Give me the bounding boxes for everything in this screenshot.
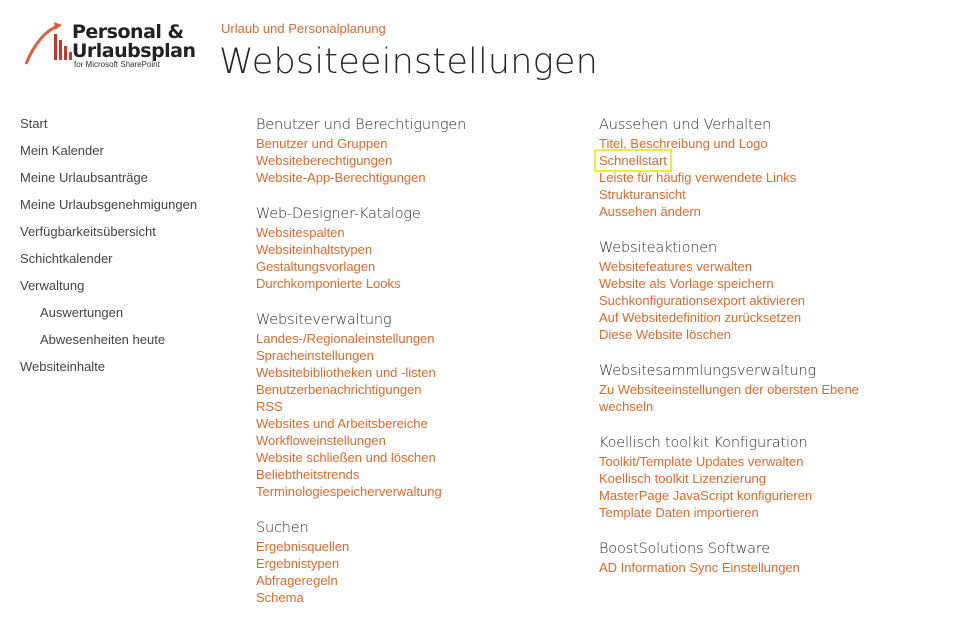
link-ergebnisquellen[interactable]: Ergebnisquellen xyxy=(256,538,576,555)
link-benutzer-gruppen[interactable]: Benutzer und Gruppen xyxy=(256,135,576,152)
logo-chart-icon xyxy=(24,22,72,65)
group-benutzer-berechtigungen: Benutzer und Berechtigungen Benutzer und… xyxy=(256,115,576,186)
link-websiteinhaltstypen[interactable]: Websiteinhaltstypen xyxy=(256,241,576,258)
link-toolkit-lizenzierung[interactable]: Koellisch toolkit Lizenzierung xyxy=(599,470,939,487)
group-koellisch-toolkit: Koellisch toolkit Konfiguration Toolkit/… xyxy=(599,433,939,521)
page-title: Websiteeinstellungen xyxy=(219,42,598,82)
link-spracheinstellungen[interactable]: Spracheinstellungen xyxy=(256,347,576,364)
nav-item-auswertungen[interactable]: Auswertungen xyxy=(20,304,220,331)
group-title: BoostSolutions Software xyxy=(599,541,771,557)
breadcrumb-site-link[interactable]: Urlaub und Personalplanung xyxy=(221,21,386,36)
link-websitefeatures-verwalten[interactable]: Websitefeatures verwalten xyxy=(599,258,939,275)
group-boostsolutions: BoostSolutions Software AD Information S… xyxy=(599,539,939,576)
link-template-daten-importieren[interactable]: Template Daten importieren xyxy=(599,504,939,521)
settings-column-left: Benutzer und Berechtigungen Benutzer und… xyxy=(256,115,576,624)
link-aussehen-aendern[interactable]: Aussehen ändern xyxy=(599,203,939,220)
group-title: Koellisch toolkit Konfiguration xyxy=(599,435,808,451)
quick-launch-nav: Start Mein Kalender Meine Urlaubsanträge… xyxy=(20,115,220,385)
link-benutzerbenachrichtigungen[interactable]: Benutzerbenachrichtigungen xyxy=(256,381,576,398)
group-websitesammlungsverwaltung: Websitesammlungsverwaltung Zu Websiteein… xyxy=(599,361,939,415)
link-rss[interactable]: RSS xyxy=(256,398,576,415)
link-websitedefinition-zuruecksetzen[interactable]: Auf Websitedefinition zurücksetzen xyxy=(599,309,939,326)
link-website-schliessen-loeschen[interactable]: Website schließen und löschen xyxy=(256,449,576,466)
link-websitespalten[interactable]: Websitespalten xyxy=(256,224,576,241)
link-suchkonfigurationsexport[interactable]: Suchkonfigurationsexport aktivieren xyxy=(599,292,939,309)
link-workfloweinstellungen[interactable]: Workfloweinstellungen xyxy=(256,432,576,449)
link-websitebibliotheken-listen[interactable]: Websitebibliotheken und -listen xyxy=(256,364,576,381)
link-strukturansicht[interactable]: Strukturansicht xyxy=(599,186,939,203)
link-ad-information-sync[interactable]: AD Information Sync Einstellungen xyxy=(599,559,939,576)
link-landes-regionaleinstellungen[interactable]: Landes-/Regionaleinstellungen xyxy=(256,330,576,347)
group-title: Websiteaktionen xyxy=(599,240,717,256)
link-website-als-vorlage[interactable]: Website als Vorlage speichern xyxy=(599,275,939,292)
link-toolkit-updates[interactable]: Toolkit/Template Updates verwalten xyxy=(599,453,939,470)
group-title: Benutzer und Berechtigungen xyxy=(256,117,467,133)
link-leiste-haeufige-links[interactable]: Leiste für häufig verwendete Links xyxy=(599,169,939,186)
group-suchen: Suchen Ergebnisquellen Ergebnistypen Abf… xyxy=(256,518,576,606)
nav-item-websiteinhalte[interactable]: Websiteinhalte xyxy=(20,358,220,385)
link-ergebnistypen[interactable]: Ergebnistypen xyxy=(256,555,576,572)
link-website-loeschen[interactable]: Diese Website löschen xyxy=(599,326,939,343)
link-schnellstart[interactable]: Schnellstart xyxy=(594,149,672,172)
link-durchkomponierte-looks[interactable]: Durchkomponierte Looks xyxy=(256,275,576,292)
nav-item-schichtkalender[interactable]: Schichtkalender xyxy=(20,250,220,277)
nav-item-meine-urlaubsantraege[interactable]: Meine Urlaubsanträge xyxy=(20,169,220,196)
nav-item-start[interactable]: Start xyxy=(20,115,220,142)
link-schema[interactable]: Schema xyxy=(256,589,576,606)
group-websiteaktionen: Websiteaktionen Websitefeatures verwalte… xyxy=(599,238,939,343)
group-aussehen-verhalten: Aussehen und Verhalten Titel, Beschreibu… xyxy=(594,115,939,220)
group-title: Aussehen und Verhalten xyxy=(599,117,772,133)
link-websites-arbeitsbereiche[interactable]: Websites und Arbeitsbereiche xyxy=(256,415,576,432)
link-abfrageregeln[interactable]: Abfrageregeln xyxy=(256,572,576,589)
link-terminologiespeicherverwaltung[interactable]: Terminologiespeicherverwaltung xyxy=(256,483,576,500)
nav-item-meine-urlaubsgenehmigungen[interactable]: Meine Urlaubsgenehmigungen xyxy=(20,196,220,223)
group-web-designer-kataloge: Web-Designer-Kataloge Websitespalten Web… xyxy=(256,204,576,292)
link-website-app-berechtigungen[interactable]: Website-App-Berechtigungen xyxy=(256,169,576,186)
nav-item-abwesenheiten-heute[interactable]: Abwesenheiten heute xyxy=(20,331,220,358)
group-title: Web-Designer-Kataloge xyxy=(256,206,421,222)
nav-item-verfuegbarkeitsuebersicht[interactable]: Verfügbarkeitsübersicht xyxy=(20,223,220,250)
link-oberste-ebene-wechseln[interactable]: Zu Websiteeinstellungen der obersten Ebe… xyxy=(599,381,864,415)
highlight-row: Schnellstart xyxy=(594,149,939,172)
link-gestaltungsvorlagen[interactable]: Gestaltungsvorlagen xyxy=(256,258,576,275)
nav-item-mein-kalender[interactable]: Mein Kalender xyxy=(20,142,220,169)
group-title: Websiteverwaltung xyxy=(256,312,392,328)
site-logo[interactable]: Personal & Urlaubsplan for Microsoft Sha… xyxy=(24,20,204,72)
group-websiteverwaltung: Websiteverwaltung Landes-/Regionaleinste… xyxy=(256,310,576,500)
group-title: Suchen xyxy=(256,520,309,536)
logo-subtitle: for Microsoft SharePoint xyxy=(74,60,160,69)
link-titel-beschreibung-logo[interactable]: Titel, Beschreibung und Logo xyxy=(599,135,939,152)
nav-item-verwaltung[interactable]: Verwaltung xyxy=(20,277,220,304)
link-beliebtheitstrends[interactable]: Beliebtheitstrends xyxy=(256,466,576,483)
settings-column-right: Aussehen und Verhalten Titel, Beschreibu… xyxy=(594,115,939,594)
link-masterpage-javascript[interactable]: MasterPage JavaScript konfigurieren xyxy=(599,487,939,504)
logo-text-line2: Urlaubsplan xyxy=(72,40,196,62)
link-websiteberechtigungen[interactable]: Websiteberechtigungen xyxy=(256,152,576,169)
group-title: Websitesammlungsverwaltung xyxy=(599,363,816,379)
